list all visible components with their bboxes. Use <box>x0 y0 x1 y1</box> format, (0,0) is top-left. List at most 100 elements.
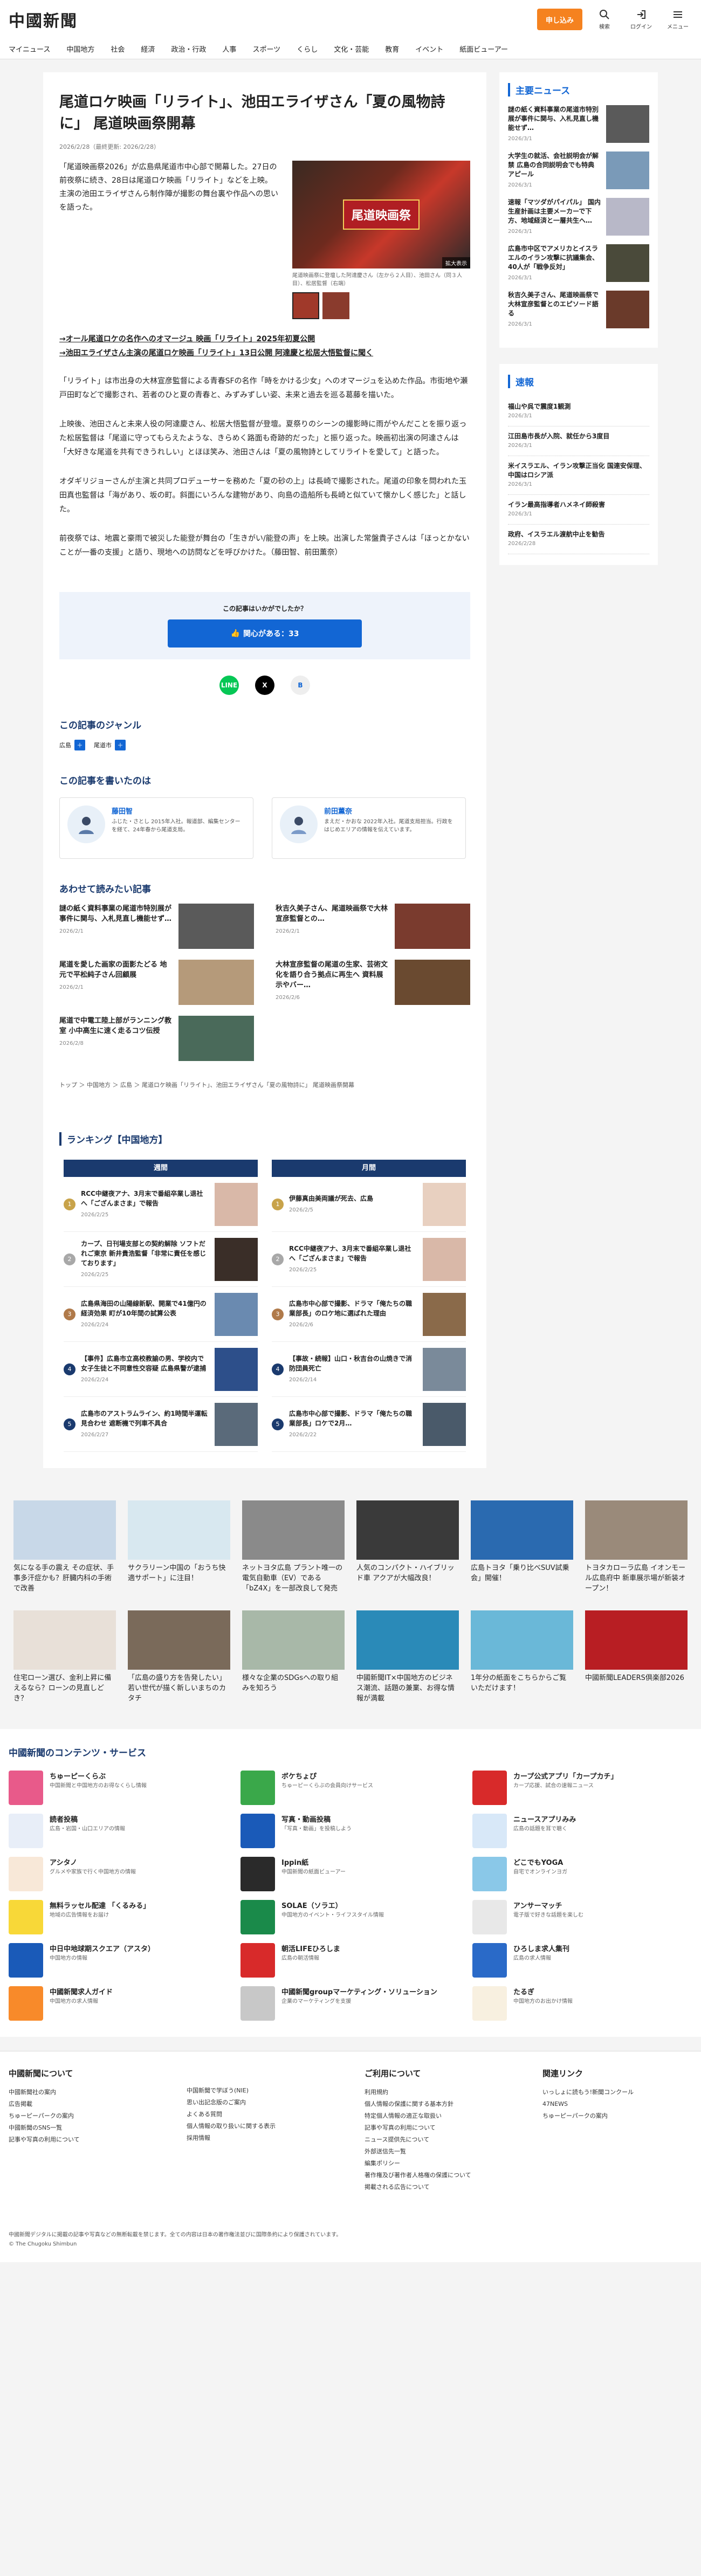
footer-link[interactable]: 47NEWS <box>542 2098 688 2110</box>
site-logo[interactable]: 中國新聞 <box>9 8 78 31</box>
ranking-item[interactable]: 4 【事件】広島市立高校教諭の男、学校内で女子生徒と不同意性交容疑 広島県警が逮捕… <box>64 1342 258 1397</box>
follow-plus-icon[interactable]: ＋ <box>115 740 126 750</box>
footer-link[interactable]: よくある質問 <box>187 2109 365 2120</box>
breadcrumb[interactable]: トップ ＞ 中国地方 ＞ 広島 ＞ 尾道ロケ映画「リライト」、池田エライザさん「… <box>59 1080 470 1089</box>
footer-link[interactable]: ちゅーピーパークの案内 <box>9 2110 187 2122</box>
breaking-item[interactable]: 政府、イスラエル渡航中止を勧告 2026/2/28 <box>508 525 649 554</box>
promo-card[interactable]: 気になる手の震え その症状、手事多汗症かも？肝臓内科の手術で改善 <box>13 1500 116 1597</box>
promo-card[interactable]: 「広島の盛り方を告発したい」若い世代が描く新しいまちのカタチ <box>128 1610 230 1707</box>
service-item[interactable]: 写真・動画投稿 「写真・動画」を投稿しよう <box>240 1814 456 1848</box>
ranking-item[interactable]: 1 RCC中継夜アナ、3月末で番組卒業し退社へ「ござんまさま」で報告 2026/2/… <box>64 1177 258 1232</box>
footer-link[interactable]: 外部送信先一覧 <box>365 2146 542 2158</box>
service-item[interactable]: 無料ラッセル配達 「くるみる」 地域の広告情報をお届け <box>9 1900 224 1934</box>
nav-item[interactable]: 政治・行政 <box>171 44 206 54</box>
nav-item[interactable]: イベント <box>415 44 443 54</box>
interest-button[interactable]: 👍 関心がある：33 <box>168 619 362 648</box>
footer-link[interactable]: 思い出記念版のご案内 <box>187 2097 365 2109</box>
nav-item[interactable]: 文化・芸能 <box>334 44 369 54</box>
related-article[interactable]: 秋吉久美子さん、尾道映画祭で大林宣彦監督との… 2026/2/1 <box>276 904 470 949</box>
footer-link[interactable]: 広告掲載 <box>9 2098 187 2110</box>
service-item[interactable]: 中國新聞groupマーケティング・ソリューション 企業のマーケティングを支援 <box>240 1986 456 2021</box>
nav-item[interactable]: 人事 <box>222 44 236 54</box>
zoom-button[interactable]: 拡大表示 <box>442 257 470 268</box>
service-item[interactable]: ニュースアプリみみ 広島の話題を耳で聴く <box>472 1814 688 1848</box>
nav-item[interactable]: スポーツ <box>252 44 280 54</box>
genre-tag[interactable]: 尾道市＋ <box>94 740 126 750</box>
line-share-icon[interactable]: LINE <box>219 676 239 695</box>
promo-card[interactable]: サクラリーン中国の「おうち快適サポート」に注目！ <box>128 1500 230 1597</box>
menu-button[interactable]: メニュー <box>663 9 692 30</box>
hatena-share-icon[interactable]: B <box>291 676 310 695</box>
service-item[interactable]: アンサーマッチ 電子版で好きな話題を楽しむ <box>472 1900 688 1934</box>
footer-link[interactable]: ニュース提供先について <box>365 2134 542 2146</box>
footer-link[interactable]: 著作権及び著作者人格権の保護について <box>365 2169 542 2181</box>
news-item[interactable]: 広島市中区でアメリカとイスラエルのイラン攻撃に抗議集会、40人が「戦争反対」 20… <box>508 244 649 287</box>
tab-weekly[interactable]: 週間 <box>64 1160 258 1177</box>
writer-card[interactable]: 前田薫奈 まえだ・かおな 2022年入社。尾道支局担当。行政をはじめエリアの情報を… <box>272 797 466 859</box>
promo-card[interactable]: ネットヨタ広島 プラント唯一の電気自動車（EV）である「bZ4X」を一部改良して… <box>242 1500 345 1597</box>
footer-link[interactable]: いっしょに読もう!新聞コンクール <box>542 2086 688 2098</box>
related-article[interactable]: 尾道を愛した画家の面影たどる 地元で平松純子さん回顧展 2026/2/1 <box>59 960 254 1005</box>
subscribe-button[interactable]: 申し込み <box>537 9 582 30</box>
footer-link[interactable]: 中國新聞のSNS一覧 <box>9 2122 187 2134</box>
service-item[interactable]: ひろしま求人集刊 広島の求人情報 <box>472 1943 688 1978</box>
footer-link[interactable]: 特定個人情報の適正な取扱い <box>365 2110 542 2122</box>
nav-item[interactable]: くらし <box>297 44 318 54</box>
nav-item[interactable]: 教育 <box>385 44 399 54</box>
breaking-item[interactable]: 福山や呉で震度1観測 2026/3/1 <box>508 397 649 426</box>
ranking-item[interactable]: 2 RCC中継夜アナ、3月末で番組卒業し退社へ「ござんまさま」で報告 2026/2/… <box>272 1232 466 1287</box>
service-item[interactable]: Ippin紙 中国新聞の紙面ビューアー <box>240 1857 456 1891</box>
footer-link[interactable]: 記事や写真の利用について <box>9 2134 187 2146</box>
breaking-item[interactable]: 米イスラエル、イラン攻撃正当化 国連安保理、中国はロシア派 2026/3/1 <box>508 456 649 495</box>
promo-card[interactable]: 人気のコンパクト・ハイブリッド車 アクアが大幅改良！ <box>356 1500 459 1597</box>
related-article[interactable]: 大林宣彦監督の尾道の生家、芸術文化を語り合う拠点に再生へ 資料展示やバー… 202… <box>276 960 470 1005</box>
nav-item[interactable]: マイニュース <box>9 44 50 54</box>
nav-item[interactable]: 中国地方 <box>66 44 94 54</box>
nav-item[interactable]: 経済 <box>141 44 155 54</box>
follow-plus-icon[interactable]: ＋ <box>74 740 85 750</box>
footer-link[interactable]: 個人情報の取り扱いに関する表示 <box>187 2120 365 2132</box>
service-item[interactable]: どこでもYOGA 自宅でオンラインヨガ <box>472 1857 688 1891</box>
footer-link[interactable]: 中國新聞社の案内 <box>9 2086 187 2098</box>
promo-card[interactable]: トヨタカローラ広島 イオンモール広島府中 新車展示場が新装オープン！ <box>585 1500 688 1597</box>
service-item[interactable]: ボケちょぴ ちゅーピーくらぶの会員向けサービス <box>240 1771 456 1805</box>
tab-monthly[interactable]: 月間 <box>272 1160 466 1177</box>
breaking-item[interactable]: 江田島市長が入院、就任から3度目 2026/3/1 <box>508 426 649 456</box>
footer-link[interactable]: ちゅーピーパークの案内 <box>542 2110 688 2122</box>
related-link[interactable]: →池田エライザさん主演の尾道ロケ映画「リライト」13日公開 阿達慶と松居大悟監督… <box>59 347 470 359</box>
promo-card[interactable]: 中國新聞IT×中国地方のビジネス潮流、話題の兼業、お得な情報が満載 <box>356 1610 459 1707</box>
promo-card[interactable]: 様々な企業のSDGsへの取り組みを知ろう <box>242 1610 345 1707</box>
thumbnail[interactable] <box>322 292 349 319</box>
news-item[interactable]: 大学生の就活、会社説明会が解禁 広島の合同説明会でも特典アピール 2026/3/1 <box>508 151 649 195</box>
promo-card[interactable]: 中國新聞LEADERS倶楽部2026 <box>585 1610 688 1707</box>
promo-card[interactable]: 住宅ローン選び、金利上昇に備えるなら？ローンの見直しどき？ <box>13 1610 116 1707</box>
service-item[interactable]: カープ公式アプリ「カープカチ」 カープ応援、試合の速報ニュース <box>472 1771 688 1805</box>
service-item[interactable]: SOLAE（ソラエ） 中国地方のイベント・ライフスタイル情報 <box>240 1900 456 1934</box>
search-button[interactable]: 検索 <box>590 9 619 30</box>
service-item[interactable]: 朝活LIFEひろしま 広島の朝活情報 <box>240 1943 456 1978</box>
related-link[interactable]: →オール尾道ロケの名作へのオマージュ 映画「リライト」2025年初夏公開 <box>59 333 470 345</box>
service-item[interactable]: 中日中地球期スクエア（アスタ） 中国地方の情報 <box>9 1943 224 1978</box>
promo-card[interactable]: 広島トヨタ「乗り比べSUV試乗会」開催！ <box>471 1500 573 1597</box>
related-article[interactable]: 謎の紙く資料事業の尾道市特別展が事件に関与、入札見直し機能せず… 2026/2/1 <box>59 904 254 949</box>
service-item[interactable]: 中國新聞求人ガイド 中国地方の求人情報 <box>9 1986 224 2021</box>
nav-item[interactable]: 紙面ビューアー <box>459 44 508 54</box>
nav-item[interactable]: 社会 <box>111 44 125 54</box>
thumbnail[interactable] <box>292 292 319 319</box>
footer-link[interactable]: 掲載される広告について <box>365 2181 542 2193</box>
footer-link[interactable]: 編集ポリシー <box>365 2158 542 2169</box>
service-item[interactable]: ちゅーピーくらぶ 中国新聞と中国地方のお得なくらし情報 <box>9 1771 224 1805</box>
ranking-item[interactable]: 1 伊藤真由美両議が死去、広島 2026/2/5 <box>272 1177 466 1232</box>
ranking-item[interactable]: 5 広島市のアストラムライン、約1時間半運転見合わせ 遮断機で列車不具合 2026/… <box>64 1397 258 1452</box>
login-button[interactable]: ログイン <box>627 9 656 30</box>
footer-link[interactable]: 採用情報 <box>187 2132 365 2144</box>
news-item[interactable]: 秋吉久美子さん、尾道映画祭で大林宣彦監督とのエピソード語る 2026/3/1 <box>508 291 649 334</box>
ranking-item[interactable]: 2 カープ、日刊場支部との契約解除 ソフトだれご東京 新井貴浩監督「非常に責任を感… <box>64 1232 258 1287</box>
writer-card[interactable]: 藤田智 ふじた・さとし 2015年入社。報道部、編集センターを経て、24年春から尾… <box>59 797 253 859</box>
footer-link[interactable]: 個人情報の保護に関する基本方針 <box>365 2098 542 2110</box>
main-photo[interactable]: 尾道映画祭 拡大表示 <box>292 161 470 268</box>
related-article[interactable]: 尾道で中電工陸上部がランニング教室 小中高生に速く走るコツ伝授 2026/2/8 <box>59 1016 254 1061</box>
ranking-item[interactable]: 3 広島市中心部で撮影、ドラマ「俺たちの職業部長」のロケ地に選ばれた理由 2026/… <box>272 1287 466 1342</box>
service-item[interactable]: 読者投稿 広島・岩国・山口エリアの情報 <box>9 1814 224 1848</box>
footer-link[interactable]: 利用規約 <box>365 2086 542 2098</box>
